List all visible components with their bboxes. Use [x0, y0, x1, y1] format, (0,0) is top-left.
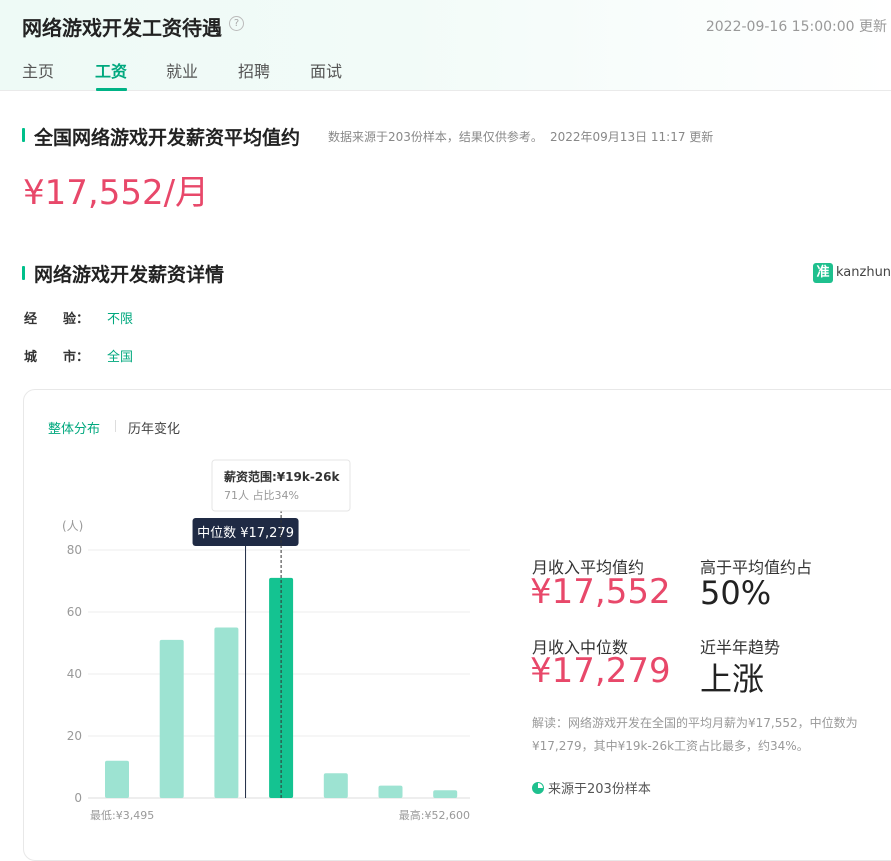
y-tick-label: 60 — [67, 605, 82, 619]
data-source-note: 数据来源于203份样本，结果仅供参考。 — [328, 130, 543, 144]
data-updated-note: 2022年09月13日 11:17 更新 — [550, 130, 714, 144]
help-icon[interactable]: ? — [229, 16, 244, 31]
kanzhun-brand[interactable]: 准 kanzhun — [813, 262, 891, 284]
sample-source-text: 来源于203份样本 — [548, 782, 651, 797]
median-income-value: ¥17,279 — [530, 651, 671, 691]
sample-source: 来源于203份样本 — [532, 778, 651, 797]
median-badge-text: 中位数 ¥17,279 — [197, 526, 294, 541]
avg-section-title: 全国网络游戏开发薪资平均值约 — [34, 127, 301, 149]
page-title: 网络游戏开发工资待遇 — [22, 16, 222, 40]
detail-section-title: 网络游戏开发薪资详情 — [34, 264, 225, 286]
bar — [159, 639, 184, 798]
salary-distribution-chart: (人) 0 20 40 60 80 最低:¥3,495 最高:¥52,600 中位数 ¥17,2… — [62, 459, 470, 822]
min-salary-label: 最低:¥3,495 — [90, 809, 154, 822]
y-tick-label: 40 — [67, 667, 82, 681]
bar — [433, 790, 458, 798]
city-filter-value[interactable]: 全国 — [107, 346, 133, 365]
tab-home[interactable]: 主页 — [22, 58, 54, 82]
max-salary-label: 最高:¥52,600 — [399, 808, 470, 822]
city-filter-label: 城 市： — [24, 350, 90, 365]
section-marker — [22, 266, 25, 280]
active-tab-underline — [96, 88, 127, 91]
average-salary-value: ¥17,552/月 — [23, 173, 210, 213]
tab-recruit[interactable]: 招聘 — [238, 58, 270, 82]
tooltip-detail: 71人 占比34% — [224, 488, 299, 502]
avg-income-value: ¥17,552 — [530, 572, 671, 612]
tab-yearly-change[interactable]: 历年变化 — [128, 418, 180, 437]
tooltip-box — [211, 459, 351, 512]
update-timestamp: 2022-09-16 15:00:00 更新 — [705, 19, 887, 35]
tab-salary[interactable]: 工资 — [95, 58, 127, 82]
bar — [105, 760, 129, 798]
experience-filter-value[interactable]: 不限 — [107, 308, 133, 327]
tab-interview[interactable]: 面试 — [310, 58, 342, 82]
section-marker — [22, 128, 25, 142]
kanzhun-brand-text: kanzhun — [836, 265, 891, 280]
experience-filter-label: 经 验： — [24, 312, 90, 327]
tab-overall-distribution[interactable]: 整体分布 — [48, 418, 100, 437]
tab-divider — [115, 420, 116, 432]
tab-employment[interactable]: 就业 — [166, 58, 198, 82]
pie-chart-icon — [532, 782, 544, 794]
salary-explanation: 解读：网络游戏开发在全国的平均月薪为¥17,552，中位数为¥17,279，其中… — [532, 716, 858, 753]
tooltip-title: 薪资范围:¥19k-26k — [224, 469, 341, 484]
bar — [323, 773, 348, 798]
y-tick-label: 0 — [74, 791, 82, 805]
bar — [378, 785, 403, 798]
kanzhun-logo-icon: 准 — [813, 262, 833, 283]
y-axis-unit: (人) — [62, 519, 83, 533]
trend-value: 上涨 — [700, 660, 765, 698]
y-tick-label: 20 — [67, 729, 82, 743]
bar — [214, 627, 239, 798]
above-avg-value: 50% — [700, 574, 772, 612]
page-header: 网络游戏开发工资待遇 ? 2022-09-16 15:00:00 更新 主页 工… — [0, 0, 891, 91]
y-tick-label: 80 — [67, 543, 82, 557]
